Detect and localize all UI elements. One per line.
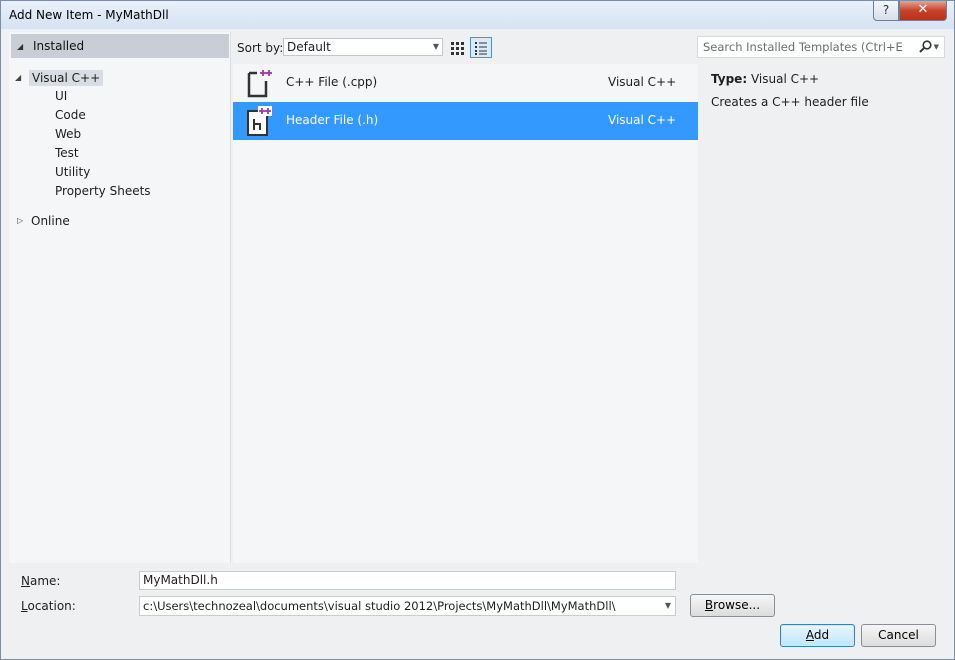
template-description: Creates a C++ header file <box>711 95 869 109</box>
dropdown-arrow-icon: ▼ <box>933 42 939 51</box>
tree-item-ui[interactable]: UI <box>55 87 67 106</box>
cpp-file-icon <box>247 70 272 98</box>
tree-item-test[interactable]: Test <box>55 144 79 163</box>
location-value: c:\Users\technozeal\documents\visual stu… <box>143 599 616 613</box>
window-title: Add New Item - MyMathDll <box>9 8 169 22</box>
template-language: Visual C++ <box>608 113 677 127</box>
search-templates-box[interactable]: ▼ <box>697 36 945 58</box>
name-field[interactable]: MyMathDll.h <box>139 571 676 590</box>
button-label: rowse... <box>713 598 761 612</box>
location-combobox[interactable]: c:\Users\technozeal\documents\visual stu… <box>139 596 676 616</box>
cancel-button[interactable]: Cancel <box>861 624 936 647</box>
template-name: C++ File (.cpp) <box>286 75 378 89</box>
collapse-arrow-icon: ◢ <box>15 73 22 82</box>
sort-by-label: Sort by: <box>237 41 284 55</box>
dropdown-arrow-icon: ▼ <box>664 601 671 610</box>
search-dropdown[interactable]: ▼ <box>918 40 939 53</box>
type-value: Visual C++ <box>750 72 820 86</box>
template-language: Visual C++ <box>608 75 677 89</box>
label-text: ocation: <box>27 599 76 613</box>
accel-key: N <box>21 574 30 588</box>
add-new-item-dialog: Add New Item - MyMathDll ? ✕ ◢ Installed… <box>0 0 955 660</box>
list-view-button[interactable] <box>470 37 492 58</box>
small-icons-view-button[interactable] <box>446 37 468 58</box>
tree-item-property-sheets[interactable]: Property Sheets <box>55 182 151 201</box>
name-label: Name: <box>21 574 60 588</box>
tree-item-utility[interactable]: Utility <box>55 163 90 182</box>
template-list: C++ File (.cpp) Visual C++ Header File (… <box>233 64 698 563</box>
template-details: Type: Visual C++ Creates a C++ header fi… <box>699 64 948 563</box>
template-tree: ◢ Installed ◢ Visual C++ UI Code Web Tes… <box>9 32 231 563</box>
title-bar: Add New Item - MyMathDll ? ✕ <box>1 1 954 29</box>
grid-view-icon <box>451 41 464 55</box>
help-button[interactable]: ? <box>873 1 899 21</box>
tree-item-label: Online <box>31 213 70 228</box>
label-text: ame: <box>29 574 61 588</box>
type-label: Type: <box>711 72 748 86</box>
header-file-icon <box>247 106 272 136</box>
accel-key: B <box>704 598 714 612</box>
tree-item-visual-cpp[interactable]: ◢ Visual C++ <box>15 68 104 87</box>
template-item-header-file[interactable]: Header File (.h) Visual C++ <box>233 102 698 140</box>
sort-by-value: Default <box>287 40 331 54</box>
tree-item-installed[interactable]: ◢ Installed <box>11 34 229 58</box>
tree-item-label: Installed <box>33 39 85 53</box>
browse-button[interactable]: Browse... <box>690 594 775 617</box>
template-name: Header File (.h) <box>286 113 379 127</box>
list-view-icon <box>475 41 487 55</box>
button-label: dd <box>813 628 830 642</box>
sort-bar: Sort by: <box>237 37 283 59</box>
search-icon <box>918 40 932 53</box>
template-item-cpp-file[interactable]: C++ File (.cpp) Visual C++ <box>233 64 698 102</box>
search-input[interactable] <box>703 40 903 54</box>
location-label: Location: <box>21 599 76 613</box>
tree-item-label: Visual C++ <box>29 69 104 86</box>
expand-arrow-icon: ▷ <box>17 216 24 225</box>
tree-item-web[interactable]: Web <box>55 125 81 144</box>
sort-by-dropdown[interactable]: Default ▼ <box>283 38 443 56</box>
tree-item-code[interactable]: Code <box>55 106 86 125</box>
close-button[interactable]: ✕ <box>899 1 947 21</box>
collapse-arrow-icon: ◢ <box>17 41 24 51</box>
dropdown-arrow-icon: ▼ <box>432 42 439 51</box>
accel-key: A <box>805 628 814 642</box>
tree-item-online[interactable]: ▷ Online <box>17 211 70 230</box>
dialog-body: ◢ Installed ◢ Visual C++ UI Code Web Tes… <box>9 29 948 653</box>
add-button[interactable]: Add <box>780 624 855 647</box>
template-type: Type: Visual C++ <box>711 72 819 86</box>
